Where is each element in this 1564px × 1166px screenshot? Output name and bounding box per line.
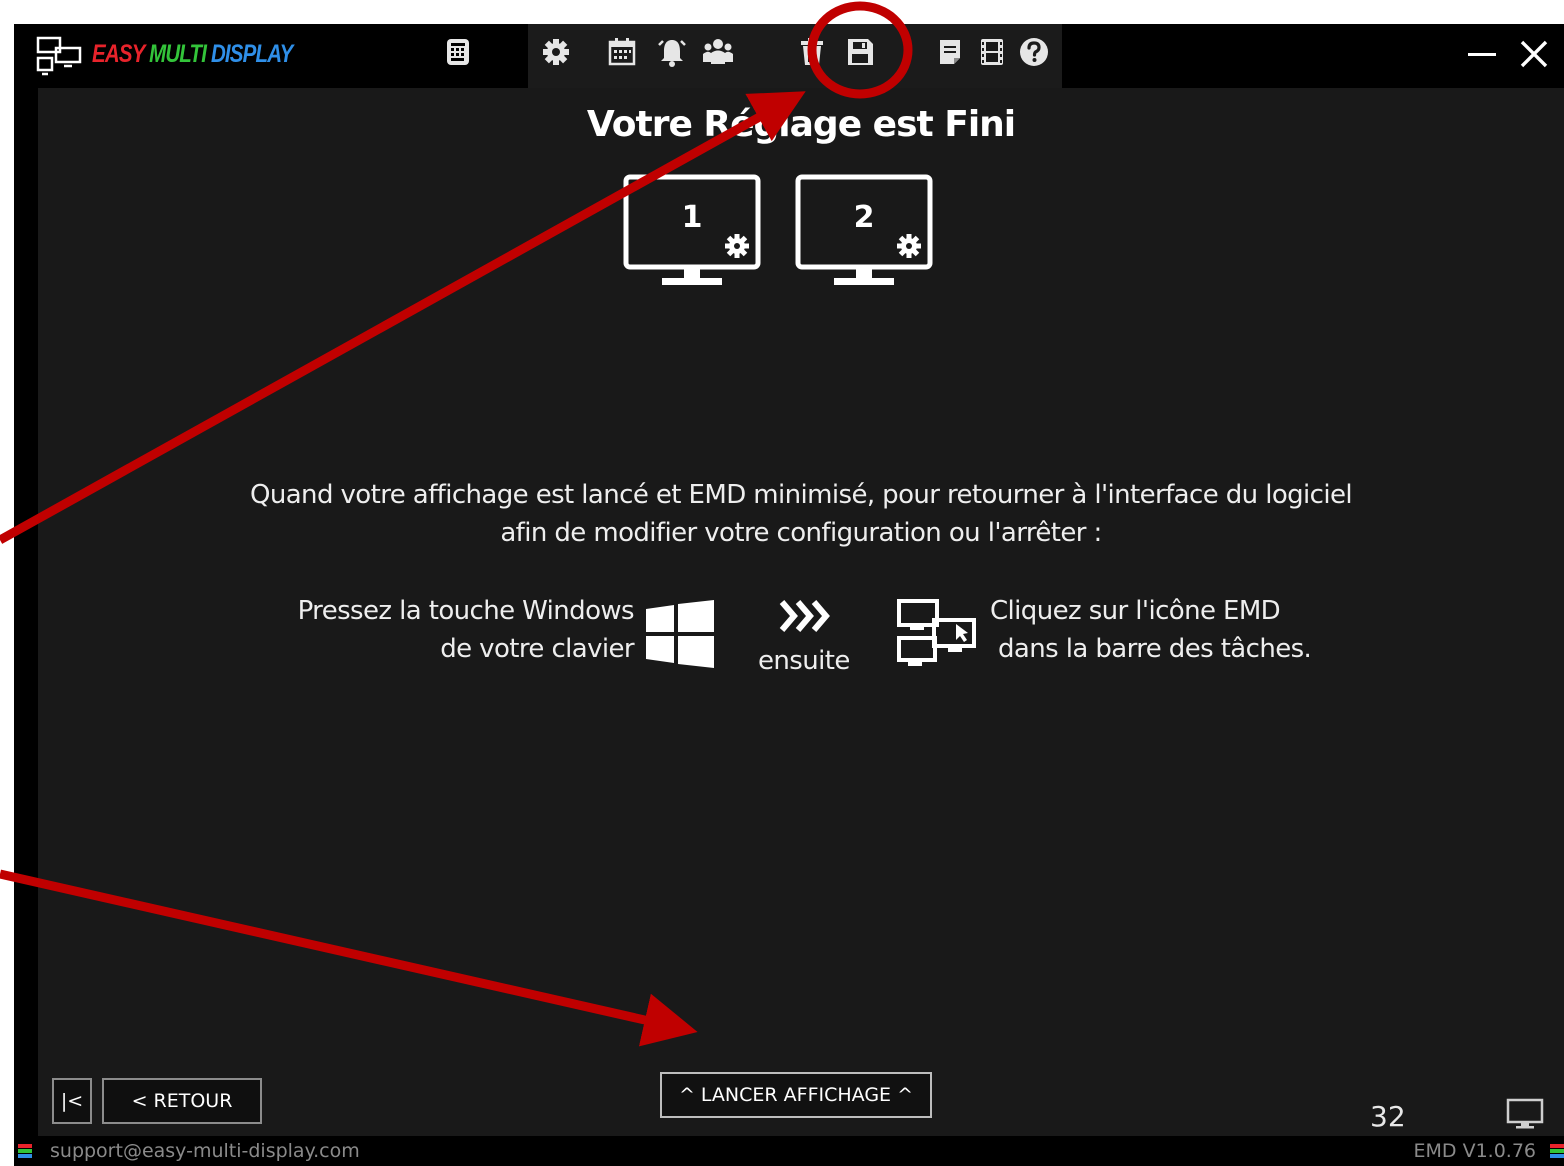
paragraph-line-2: afin de modifier votre configuration ou … [500, 518, 1102, 548]
display-icon[interactable] [1506, 1098, 1544, 1130]
launch-display-button[interactable]: ^ LANCER AFFICHAGE ^ [660, 1072, 932, 1118]
users-icon[interactable] [702, 36, 734, 68]
monitor-number: 2 [853, 200, 875, 235]
app-title-easy: EASY [92, 40, 145, 68]
first-page-button[interactable]: |< [52, 1078, 92, 1124]
app-window: EASY MULTI DISPLAY Votre Réglage est Fin… [14, 24, 1564, 1166]
trash-icon[interactable] [796, 36, 828, 68]
brand-flag-icon [1550, 1144, 1564, 1158]
status-bar: support@easy-multi-display.com EMD V1.0.… [14, 1136, 1564, 1166]
app-logo-icon [36, 36, 84, 80]
page-title: Votre Réglage est Fini [586, 104, 1016, 145]
version-label: EMD V1.0.76 [1413, 1140, 1537, 1162]
paragraph-line-1: Quand votre affichage est lancé et EMD m… [249, 480, 1353, 510]
brand-flag-icon [18, 1144, 32, 1158]
title-bar: EASY MULTI DISPLAY [14, 24, 1564, 88]
main-content: Votre Réglage est Fini 1 2 Quand votre a… [38, 88, 1564, 1136]
monitor-number: 1 [681, 200, 703, 235]
alarm-bell-icon[interactable] [656, 36, 688, 68]
app-title: EASY MULTI DISPLAY [92, 40, 293, 69]
step2-line-1: Cliquez sur l'icône EMD [990, 596, 1281, 626]
note-icon[interactable] [934, 36, 966, 68]
keypad-icon[interactable] [442, 36, 474, 68]
help-icon[interactable] [1018, 36, 1050, 68]
step-windows-key: Pressez la touche Windows de votre clavi… [297, 592, 635, 668]
film-icon[interactable] [976, 36, 1008, 68]
emd-taskbar-icon [896, 598, 980, 674]
windows-logo-icon [646, 600, 714, 668]
support-email[interactable]: support@easy-multi-display.com [50, 1140, 360, 1162]
step2-line-2: dans la barre des tâches. [998, 634, 1312, 664]
back-button[interactable]: < RETOUR [102, 1078, 262, 1124]
step1-line-2: de votre clavier [440, 634, 634, 664]
app-title-multi: MULTI [149, 40, 207, 68]
page-number: 32 [1370, 1100, 1406, 1133]
minimize-icon[interactable] [1466, 38, 1498, 70]
instructions-paragraph: Quand votre affichage est lancé et EMD m… [38, 476, 1564, 552]
step1-line-1: Pressez la touche Windows [297, 596, 635, 626]
monitor-1: 1 [622, 174, 762, 290]
then-label: ensuite [758, 646, 850, 676]
gear-icon[interactable] [540, 36, 572, 68]
close-icon[interactable] [1518, 38, 1550, 70]
step-click-emd-icon: Cliquez sur l'icône EMD dans la barre de… [990, 592, 1312, 668]
calendar-icon[interactable] [606, 36, 638, 68]
monitor-2: 2 [794, 174, 934, 290]
chevrons-right-icon [778, 598, 834, 634]
app-title-display: DISPLAY [210, 40, 293, 68]
save-icon[interactable] [844, 36, 876, 68]
